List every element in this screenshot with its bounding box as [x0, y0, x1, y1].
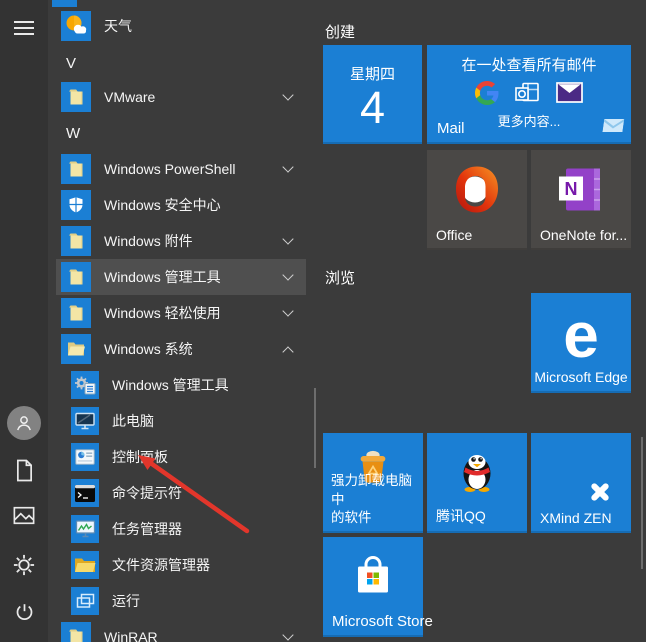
tile-onenote[interactable]: N OneNote for...: [531, 150, 631, 250]
folder-icon: [61, 154, 91, 184]
user-icon: [7, 406, 41, 440]
uninstaller-label: 强力卸载电脑中 的软件: [331, 472, 423, 527]
tile-group-label-browse[interactable]: 浏览: [325, 267, 355, 288]
settings-button[interactable]: [0, 556, 48, 578]
app-item-run[interactable]: 运行: [56, 583, 306, 619]
mail-account-icons: [427, 82, 631, 108]
app-item-admin-tools[interactable]: Windows 管理工具: [56, 367, 306, 403]
tile-xmind[interactable]: XMind ZEN: [531, 433, 631, 533]
pictures-button[interactable]: [0, 508, 48, 528]
chevron-down-icon[interactable]: [282, 233, 293, 244]
folder-icon: [61, 82, 91, 112]
store-label: Microsoft Store: [332, 613, 433, 630]
weather-icon: [61, 11, 91, 41]
tile-calendar[interactable]: 星期四 4: [323, 45, 422, 144]
admin-tools-icon: [71, 371, 99, 399]
onenote-label: OneNote for...: [540, 227, 627, 243]
calendar-day: 4: [323, 84, 422, 131]
user-account-button[interactable]: [0, 406, 48, 440]
run-icon: [71, 587, 99, 615]
documents-button[interactable]: [0, 461, 48, 485]
app-group-windows-powershell[interactable]: Windows PowerShell: [56, 151, 306, 187]
chevron-up-icon[interactable]: [282, 346, 293, 357]
xmind-label: XMind ZEN: [540, 510, 612, 526]
power-button[interactable]: [0, 604, 48, 626]
app-group-windows-accessories[interactable]: Windows 附件: [56, 223, 306, 259]
app-list-scrollbar[interactable]: [314, 388, 316, 468]
folder-icon: [61, 262, 91, 292]
app-group-windows-admin-tools[interactable]: Windows 管理工具: [56, 259, 306, 295]
chevron-down-icon[interactable]: [282, 161, 293, 172]
app-group-winrar[interactable]: WinRAR: [56, 619, 306, 642]
command-prompt-icon: [71, 479, 99, 507]
qq-penguin-icon: [457, 449, 497, 498]
this-pc-icon: [71, 407, 99, 435]
chevron-down-icon[interactable]: [282, 629, 293, 640]
tile-uninstaller[interactable]: 强力卸载电脑中 的软件: [323, 433, 423, 533]
document-icon: [15, 459, 34, 487]
envelope-icon: [602, 119, 625, 137]
section-header-w[interactable]: W: [66, 115, 286, 151]
chevron-down-icon[interactable]: [282, 89, 293, 100]
qq-label: 腾讯QQ: [436, 506, 486, 526]
pictures-icon: [13, 506, 35, 530]
chevron-down-icon[interactable]: [282, 269, 293, 280]
folder-open-icon: [61, 334, 91, 364]
office-logo: [452, 165, 502, 220]
app-item-control-panel[interactable]: 控制面板: [56, 439, 306, 475]
chevron-down-icon[interactable]: [282, 305, 293, 316]
folder-icon: [61, 298, 91, 328]
tile-edge[interactable]: e Microsoft Edge: [531, 293, 631, 393]
start-menu: 天气 V VMware W Windows PowerShell Windows…: [0, 0, 646, 642]
app-list-item-clipped[interactable]: [52, 0, 77, 7]
edge-label: Microsoft Edge: [531, 369, 631, 385]
mail-headline: 在一处查看所有邮件: [427, 54, 631, 75]
section-header-v[interactable]: V: [66, 45, 286, 81]
file-explorer-icon: [71, 551, 99, 579]
calendar-weekday: 星期四: [323, 63, 422, 84]
app-item-command-prompt[interactable]: 命令提示符: [56, 475, 306, 511]
folder-icon: [61, 622, 91, 642]
app-group-windows-ease-of-access[interactable]: Windows 轻松使用: [56, 295, 306, 331]
tile-mail[interactable]: 在一处查看所有邮件 更多内容... Mail: [427, 45, 631, 144]
app-item-windows-security[interactable]: Windows 安全中心: [56, 187, 306, 223]
app-group-vmware[interactable]: VMware: [56, 79, 306, 115]
gear-icon: [13, 554, 35, 581]
app-item-weather[interactable]: 天气: [56, 8, 306, 44]
onenote-logo-letter: N: [565, 179, 578, 199]
edge-logo: e: [531, 293, 631, 377]
google-icon: [475, 81, 499, 110]
store-bag-icon: [350, 556, 396, 603]
hamburger-button[interactable]: [0, 14, 48, 42]
folder-icon: [61, 226, 91, 256]
mail-app-label: Mail: [437, 120, 465, 137]
shield-icon: [61, 190, 91, 220]
nav-rail: [0, 0, 48, 642]
power-icon: [14, 602, 35, 628]
tile-group-label-create[interactable]: 创建: [325, 21, 355, 42]
app-item-file-explorer[interactable]: 文件资源管理器: [56, 547, 306, 583]
hamburger-icon: [14, 21, 34, 35]
tile-store[interactable]: Microsoft Store: [323, 537, 423, 637]
task-manager-icon: [71, 515, 99, 543]
outlook-icon: [514, 81, 541, 110]
onenote-logo: N: [558, 168, 604, 217]
purple-envelope-icon: [556, 82, 583, 108]
tile-office[interactable]: Office: [427, 150, 527, 250]
app-item-task-manager[interactable]: 任务管理器: [56, 511, 306, 547]
office-label: Office: [436, 227, 472, 243]
app-group-windows-system[interactable]: Windows 系统: [56, 331, 306, 367]
tile-area-scrollbar[interactable]: [641, 437, 643, 569]
tile-qq[interactable]: 腾讯QQ: [427, 433, 527, 533]
control-panel-icon: [71, 443, 99, 471]
app-item-this-pc[interactable]: 此电脑: [56, 403, 306, 439]
